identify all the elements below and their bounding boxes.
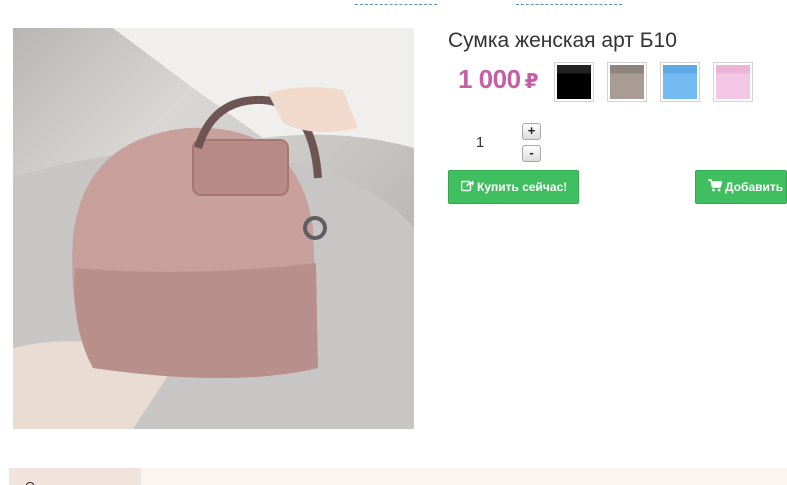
cart-icon — [708, 172, 723, 203]
swatch-fill-pink — [716, 65, 750, 99]
product-title: Сумка женская арт Б10 — [448, 29, 677, 52]
swatch-fill-blue — [663, 65, 697, 99]
color-swatch-pink[interactable] — [713, 62, 753, 102]
product-image[interactable] — [13, 28, 414, 429]
tab-description[interactable]: О — [9, 468, 141, 485]
product-photo-graphic — [13, 28, 414, 429]
top-nav-link-2[interactable] — [516, 0, 622, 5]
swatch-fill-taupe — [610, 65, 644, 99]
quantity-value[interactable]: 1 — [474, 134, 486, 151]
add-to-cart-button[interactable]: Добавить в — [695, 170, 787, 204]
add-to-cart-label: Добавить в — [725, 180, 787, 194]
currency-symbol: ₽ — [524, 71, 539, 93]
color-swatch-black[interactable] — [554, 62, 594, 102]
quantity-decrease-button[interactable]: - — [522, 145, 541, 162]
buy-now-button[interactable]: Купить сейчас! — [448, 170, 579, 204]
color-swatch-taupe[interactable] — [607, 62, 647, 102]
price-value: 1 000 — [458, 64, 521, 94]
swatch-fill-black — [557, 65, 591, 99]
top-nav-link-1[interactable] — [355, 0, 437, 5]
product-price: 1 000 ₽ — [458, 64, 539, 95]
buy-now-label: Купить сейчас! — [477, 180, 568, 194]
tab-description-label: О — [25, 479, 35, 485]
quantity-increase-button[interactable]: + — [522, 123, 541, 140]
share-icon — [460, 172, 474, 203]
color-swatch-blue[interactable] — [660, 62, 700, 102]
